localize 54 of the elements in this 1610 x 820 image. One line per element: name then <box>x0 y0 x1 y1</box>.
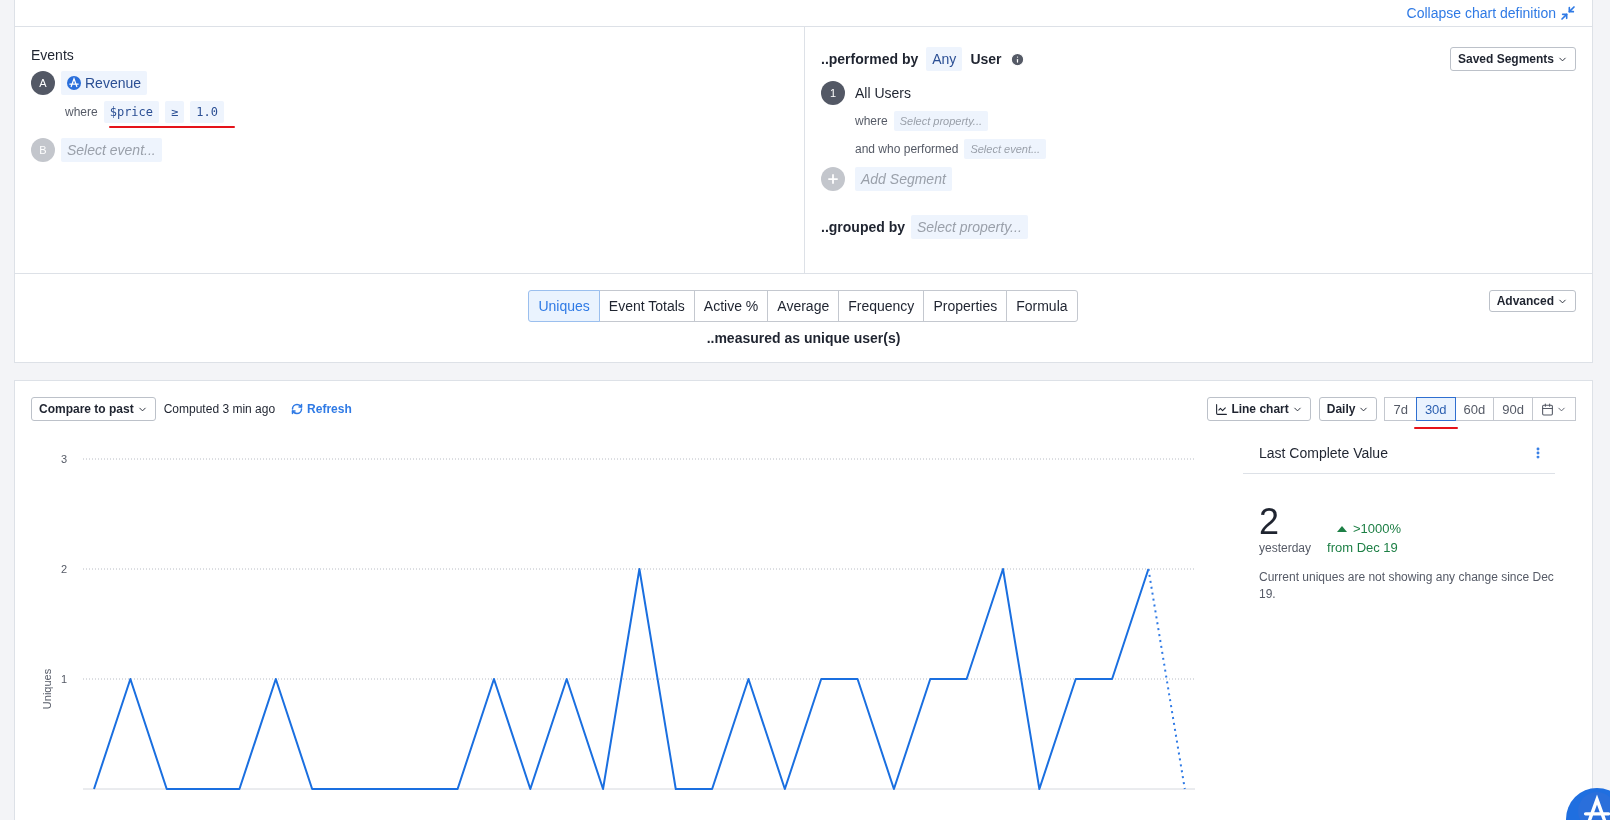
value-label: yesterday <box>1259 541 1312 555</box>
refresh-link[interactable]: Refresh <box>291 402 352 416</box>
interval-button[interactable]: Daily <box>1318 397 1378 421</box>
tick-label: 1 <box>60 673 67 685</box>
metric-tab[interactable]: Uniques <box>528 290 600 322</box>
range-button[interactable]: 30d <box>1415 397 1456 421</box>
line-chart-icon <box>1215 402 1229 416</box>
change-label: from Dec 19 <box>1327 540 1399 555</box>
user-label: User <box>970 51 1002 67</box>
axis-title: Uniques <box>41 668 53 710</box>
filter-chip[interactable]: ≥ <box>165 101 185 123</box>
section-title: Events <box>31 47 75 63</box>
event-chip[interactable]: Revenue <box>61 71 148 95</box>
segment-name: All Users <box>855 85 911 101</box>
filter-chip[interactable]: 1.0 <box>190 101 224 123</box>
event-icon <box>67 76 81 90</box>
saved-segments-button[interactable]: Saved Segments <box>1449 47 1576 71</box>
grouped-label: ..grouped by <box>821 219 905 235</box>
measure-caption: ..measured as unique user(s) <box>705 330 902 346</box>
compare-button[interactable]: Compare to past <box>31 397 156 421</box>
metric-tab[interactable]: Active % <box>693 290 769 322</box>
tick-label: 3 <box>60 453 67 465</box>
panel-title: Last Complete Value <box>1259 445 1388 461</box>
metric-tab[interactable]: Frequency <box>838 290 925 322</box>
info-icon[interactable] <box>1009 51 1025 67</box>
filter-label: where <box>855 114 888 128</box>
calendar-icon <box>1541 402 1554 416</box>
range-button[interactable]: 60d <box>1454 397 1495 421</box>
performed-label: ..performed by <box>821 51 919 67</box>
advanced-button[interactable]: Advanced <box>1488 290 1576 312</box>
metric-value: 2 <box>1259 504 1281 540</box>
summary-note: Current uniques are not showing any change since Dec 19. <box>1259 569 1555 603</box>
step-letter: A <box>31 71 55 95</box>
metric-tab[interactable]: Formula <box>1006 290 1078 322</box>
range-button[interactable]: 7d <box>1384 397 1417 421</box>
filter-label: where <box>65 105 98 119</box>
refresh-icon <box>291 403 304 415</box>
chart-type-button[interactable]: Line chart <box>1207 397 1311 421</box>
any-dropdown[interactable]: Any <box>926 47 963 71</box>
computed-label: Computed 3 min ago <box>163 402 276 416</box>
range-button[interactable]: 90d <box>1493 397 1533 421</box>
metric-tab[interactable]: Properties <box>923 290 1008 322</box>
step-letter: B <box>31 138 55 162</box>
metric-tab[interactable]: Event Totals <box>598 290 695 322</box>
calendar-button[interactable] <box>1532 397 1576 421</box>
filter-chip[interactable]: $price <box>103 101 160 123</box>
filter-label: and who performed <box>855 142 959 156</box>
up-triangle-icon <box>1337 525 1348 532</box>
tick-label: 2 <box>60 563 67 575</box>
segment-number: 1 <box>821 81 845 105</box>
collapse-link[interactable]: Collapse chart definition <box>1406 5 1576 21</box>
change-value: >1000% <box>1353 521 1402 536</box>
metric-tab[interactable]: Average <box>767 290 840 322</box>
collapse-icon <box>1560 5 1576 21</box>
